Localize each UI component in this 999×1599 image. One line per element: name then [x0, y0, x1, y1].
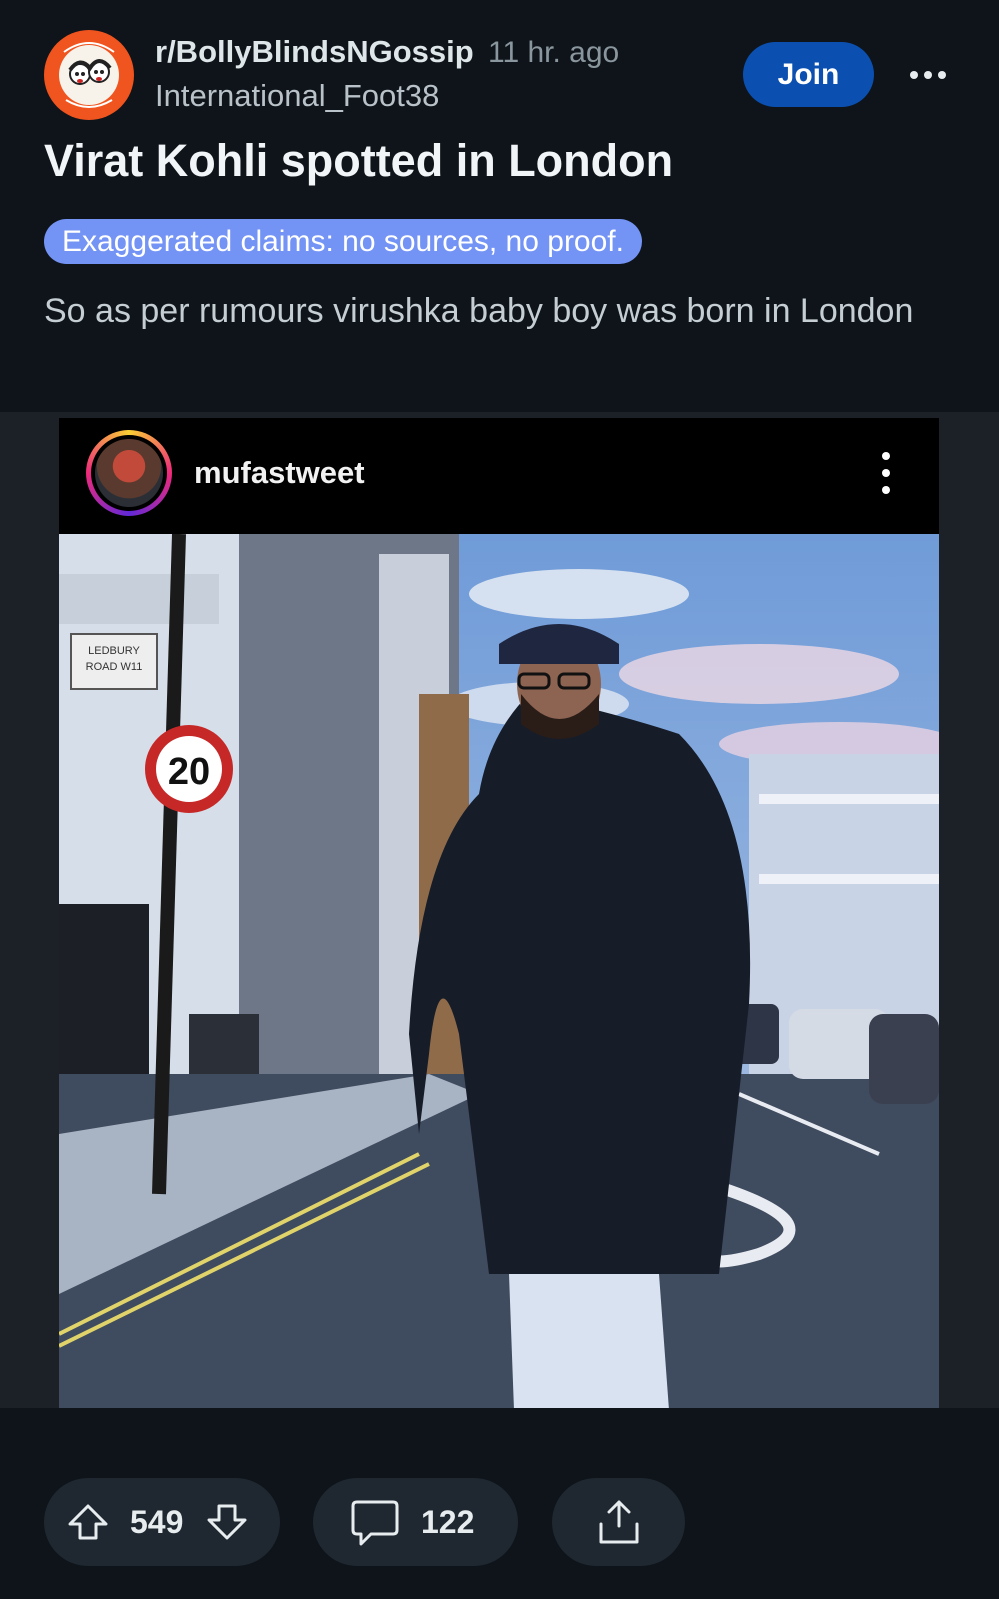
post-author[interactable]: International_Foot38 [155, 78, 439, 114]
embed-more-icon[interactable] [880, 452, 892, 494]
vote-control: 549 [44, 1478, 280, 1566]
comment-icon [349, 1496, 401, 1548]
speed-limit-sign: 20 [168, 751, 210, 793]
join-button[interactable]: Join [743, 42, 874, 107]
share-button[interactable] [552, 1478, 685, 1566]
embed-avatar[interactable] [86, 430, 172, 516]
svg-text:ROAD W11: ROAD W11 [86, 661, 143, 673]
embed-username[interactable]: mufastweet [194, 455, 365, 491]
subreddit-avatar[interactable] [44, 30, 134, 120]
subreddit-name[interactable]: r/BollyBlindsNGossip [155, 34, 474, 70]
more-options-icon[interactable] [910, 60, 950, 90]
post-time: 11 hr. ago [488, 36, 620, 69]
comments-button[interactable]: 122 [313, 1478, 518, 1566]
comment-count: 122 [421, 1503, 475, 1540]
post-image[interactable]: LEDBURY ROAD W11 20 [59, 534, 939, 1410]
embed-header [59, 418, 939, 534]
share-icon [593, 1496, 645, 1548]
upvote-icon[interactable] [66, 1500, 110, 1544]
svg-text:LEDBURY: LEDBURY [88, 645, 140, 657]
post-body: So as per rumours virushka baby boy was … [44, 292, 914, 330]
post-title[interactable]: Virat Kohli spotted in London [44, 135, 673, 187]
upvote-count: 549 [130, 1503, 184, 1540]
post-flair[interactable]: Exaggerated claims: no sources, no proof… [44, 219, 642, 264]
downvote-icon[interactable] [205, 1500, 249, 1544]
